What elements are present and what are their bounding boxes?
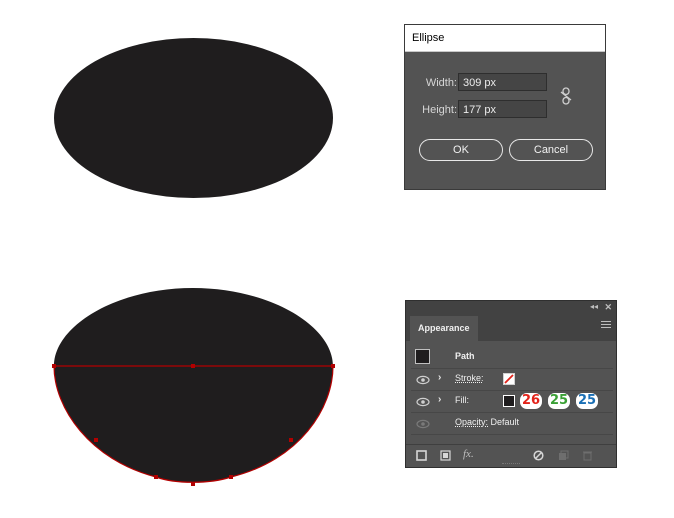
width-field[interactable]: 309 px [458, 73, 547, 91]
anchor-point[interactable] [94, 438, 98, 442]
duplicate-item-icon[interactable] [558, 450, 569, 461]
height-field[interactable]: 177 px [458, 100, 547, 118]
ellipse-shape[interactable] [54, 38, 333, 198]
panel-footer: fx. [406, 444, 616, 467]
path-row[interactable]: Path [411, 347, 613, 369]
height-row: Height: 177 px [405, 100, 555, 120]
fill-swatch[interactable] [503, 395, 515, 407]
opacity-value: Default [490, 417, 520, 427]
anchor-point[interactable] [191, 482, 195, 486]
path-thumbnail [415, 349, 430, 364]
tab-appearance[interactable]: Appearance [410, 316, 478, 341]
cancel-button[interactable]: Cancel [509, 139, 593, 161]
eye-icon-dim[interactable] [416, 418, 430, 430]
green-value: 25 [550, 393, 569, 408]
blue-value-badge: 25 [576, 393, 599, 409]
clear-appearance-icon[interactable] [533, 450, 544, 461]
add-stroke-icon[interactable] [416, 450, 427, 461]
appearance-panel: ◂◂ ✕ Appearance Path › Stroke: › Fill: 2… [405, 300, 617, 468]
path-label: Path [455, 351, 475, 361]
panel-header-strip: ◂◂ ✕ [406, 301, 616, 313]
anchor-point[interactable] [154, 475, 158, 479]
none-swatch-icon[interactable] [503, 373, 515, 385]
stroke-row[interactable]: › Stroke: [411, 369, 613, 391]
ok-button[interactable]: OK [419, 139, 503, 161]
close-icon[interactable]: ✕ [604, 301, 612, 313]
anchor-point[interactable] [191, 364, 195, 368]
opacity-row[interactable]: Opacity: Default [411, 413, 613, 435]
add-fill-icon[interactable] [440, 450, 451, 461]
panel-tab-bar: Appearance [406, 313, 616, 341]
ellipse-dialog: Ellipse Width: 309 px Height: 177 px OK … [404, 24, 606, 190]
red-value: 26 [522, 393, 541, 408]
opacity-link[interactable]: Opacity: [455, 417, 488, 427]
height-label: Height: [422, 104, 457, 116]
width-label: Width: [425, 77, 457, 89]
dialog-title: Ellipse [405, 25, 605, 52]
width-row: Width: 309 px [405, 73, 555, 93]
eye-icon[interactable] [416, 374, 430, 386]
cut-ellipse-path[interactable] [52, 288, 335, 486]
opacity-label: Opacity: Default [455, 417, 519, 427]
anchor-point[interactable] [331, 364, 335, 368]
green-value-badge: 25 [548, 393, 571, 409]
anchor-point[interactable] [289, 438, 293, 442]
red-value-badge: 26 [520, 393, 543, 409]
expand-chevron-icon[interactable]: › [438, 394, 441, 405]
fill-row[interactable]: › Fill: 26 25 25 [411, 391, 613, 413]
anchor-point[interactable] [229, 475, 233, 479]
unlink-chain-icon[interactable] [559, 87, 573, 105]
fx-icon[interactable]: fx. [463, 448, 474, 460]
expand-chevron-icon[interactable]: › [438, 372, 441, 383]
fill-label: Fill: [455, 395, 469, 405]
eye-icon[interactable] [416, 396, 430, 408]
delete-item-icon[interactable] [582, 450, 593, 461]
blue-value: 25 [578, 393, 597, 408]
hamburger-menu-icon[interactable] [601, 321, 611, 329]
anchor-point[interactable] [52, 364, 56, 368]
resize-grip[interactable] [502, 463, 520, 466]
double-chevron-icon[interactable]: ◂◂ [590, 301, 598, 313]
stroke-label[interactable]: Stroke: [455, 373, 484, 383]
